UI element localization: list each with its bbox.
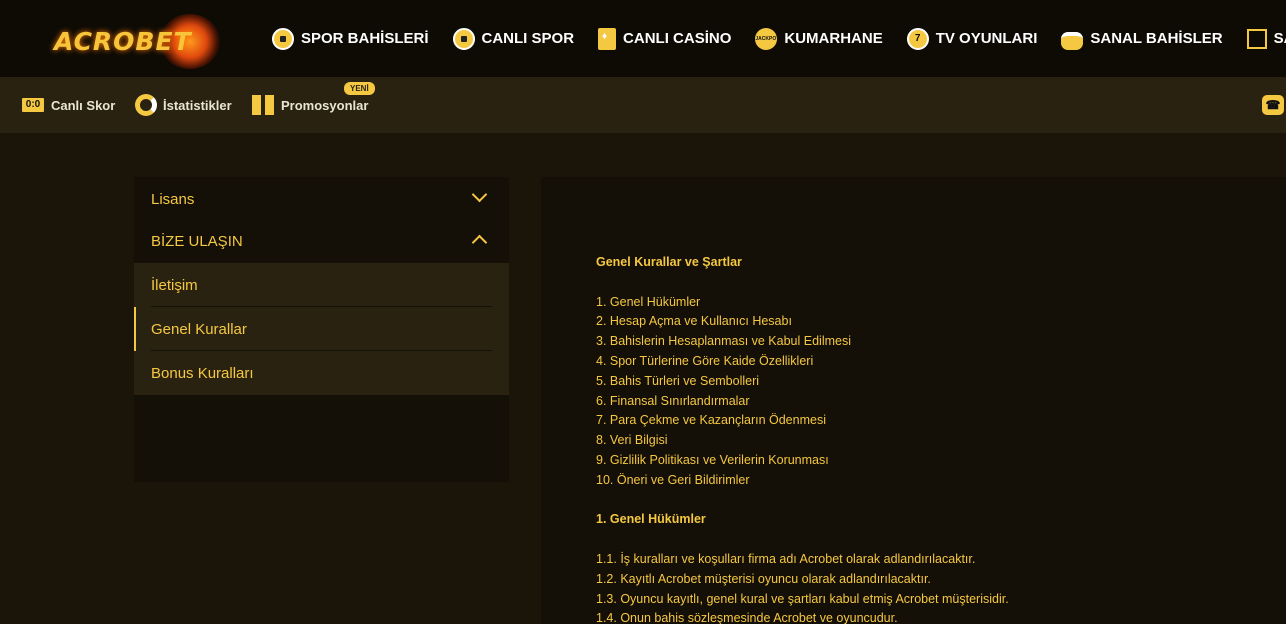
sidebar-item-label: Bonus Kuralları	[151, 364, 254, 382]
contact-submenu: İletişim Genel Kurallar Bonus Kuralları	[134, 263, 509, 395]
soccer-ball-icon	[272, 27, 294, 50]
acrobet-logo[interactable]: ACROBET	[50, 14, 250, 69]
toc-item[interactable]: 6. Finansal Sınırlandırmalar	[596, 392, 1009, 412]
rules-document: Genel Kurallar ve Şartlar 1. Genel Hüküm…	[596, 253, 1009, 624]
box-icon	[1246, 28, 1267, 49]
accordion-contact-label: BİZE ULAŞIN	[151, 232, 243, 250]
rule-paragraph: 1.1. İş kuralları ve koşulları firma adı…	[596, 551, 976, 566]
gamepad-icon	[1061, 31, 1084, 50]
rule-paragraph: 1.3. Oyuncu kayıtlı, genel kural ve şart…	[596, 591, 1009, 606]
nav-sanal-bahisler[interactable]: SANAL BAHİSLER	[1061, 28, 1223, 50]
rule-paragraph: 1.4. Onun bahis sözleşmesinde Acrobet ve…	[596, 611, 898, 624]
nav-canli-casino[interactable]: CANLI CASİNO	[598, 27, 732, 50]
phone-support-icon[interactable]: ☎	[1262, 95, 1284, 115]
toc-item[interactable]: 8. Veri Bilgisi	[596, 431, 1009, 451]
nav-canli-spor[interactable]: CANLI SPOR	[452, 27, 575, 50]
accordion-license-label: Lisans	[151, 190, 195, 208]
top-header: ACROBET SPOR BAHİSLERİ CANLI SPOR CANLI …	[0, 0, 1286, 77]
logo-text: ACROBET	[54, 27, 192, 56]
document-title: Genel Kurallar ve Şartlar	[596, 255, 742, 269]
sidebar-item-bonus-kurallari[interactable]: Bonus Kuralları	[134, 351, 509, 395]
toc-item[interactable]: 7. Para Çekme ve Kazançların Ödenmesi	[596, 411, 1009, 431]
sidebar-item-label: İletişim	[151, 276, 198, 294]
toc-item[interactable]: 9. Gizlilik Politikası ve Verilerin Koru…	[596, 451, 1009, 471]
nav-label: CANLI SPOR	[481, 30, 575, 47]
sidebar-item-genel-kurallar[interactable]: Genel Kurallar	[134, 307, 509, 351]
toc-item[interactable]: 1. Genel Hükümler	[596, 293, 1009, 313]
chevron-down-icon	[471, 186, 488, 203]
lottery-ball-icon: 7	[906, 27, 929, 50]
statistics-label: İstatistikler	[163, 97, 232, 113]
new-badge: YENİ	[344, 82, 375, 95]
jackpot-icon: JACKPOT	[755, 27, 779, 50]
nav-label: CANLI CASİNO	[623, 30, 732, 47]
nav-tv-oyunlari[interactable]: 7 TV OYUNLARI	[906, 27, 1038, 50]
sub-nav-bar: 0:0 Canlı Skor İstatistikler Promosyonla…	[0, 77, 1286, 133]
promotions-label: Promosyonlar	[281, 97, 369, 113]
toc-item[interactable]: 4. Spor Türlerine Göre Kaide Özellikleri	[596, 352, 1009, 372]
nav-label: TV OYUNLARI	[935, 30, 1038, 47]
sidebar-item-label: Genel Kurallar	[151, 320, 247, 338]
toc-item[interactable]: 2. Hesap Açma ve Kullanıcı Hesabı	[596, 312, 1009, 332]
card-icon	[598, 27, 617, 50]
live-score-link[interactable]: 0:0 Canlı Skor	[22, 77, 115, 133]
sidebar-menu: Lisans BİZE ULAŞIN İletişim Genel Kurall…	[134, 177, 509, 482]
scoreboard-icon: 0:0	[22, 98, 44, 112]
rule-paragraph: 1.2. Kayıtlı Acrobet müşterisi oyuncu ol…	[596, 571, 931, 586]
chevron-up-icon	[471, 234, 488, 251]
accordion-contact[interactable]: BİZE ULAŞIN	[134, 219, 509, 263]
statistics-link[interactable]: İstatistikler	[135, 77, 232, 133]
content-panel: Genel Kurallar ve Şartlar 1. Genel Hüküm…	[541, 177, 1286, 624]
main-nav: SPOR BAHİSLERİ CANLI SPOR CANLI CASİNO J…	[272, 0, 1286, 77]
nav-label: SPOR BAHİSLERİ	[301, 30, 429, 47]
nav-label: KUMARHANE	[784, 30, 883, 47]
toc-item[interactable]: 5. Bahis Türleri ve Sembolleri	[596, 372, 1009, 392]
gift-icon	[252, 95, 274, 115]
live-score-label: Canlı Skor	[51, 97, 116, 113]
nav-label: SANAL	[1273, 30, 1286, 47]
nav-spor-bahisleri[interactable]: SPOR BAHİSLERİ	[272, 27, 429, 50]
live-ball-icon	[452, 27, 475, 50]
nav-sanal[interactable]: SANAL	[1246, 28, 1286, 49]
sidebar-item-iletisim[interactable]: İletişim	[134, 263, 509, 307]
nav-label: SANAL BAHİSLER	[1090, 30, 1223, 47]
accordion-license[interactable]: Lisans	[134, 177, 509, 221]
toc-item[interactable]: 10. Öneri ve Geri Bildirimler	[596, 471, 1009, 491]
pie-chart-icon	[135, 94, 157, 116]
toc-item[interactable]: 3. Bahislerin Hesaplanması ve Kabul Edil…	[596, 332, 1009, 352]
section-title: 1. Genel Hükümler	[596, 512, 706, 527]
nav-kumarhane[interactable]: JACKPOT KUMARHANE	[755, 27, 883, 50]
